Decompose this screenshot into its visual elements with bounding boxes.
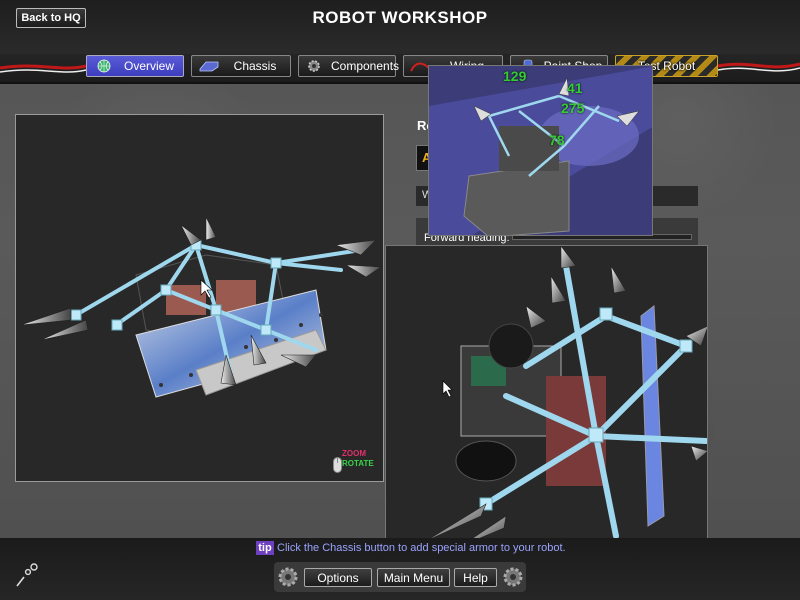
robot-top-view-viewport[interactable]: 129 41 275 78 (428, 65, 653, 236)
tip-badge: tip (256, 541, 274, 555)
tab-label: Overview (123, 59, 174, 73)
tab-label: Components (331, 59, 400, 73)
robot-model-render (20, 216, 382, 398)
mouse-controls-legend: ZOOM ROTATE (333, 449, 383, 477)
zoom-label: ZOOM (342, 449, 366, 458)
tip-text: Click the Chassis button to add special … (277, 542, 566, 554)
stat-value: 275 (561, 100, 585, 116)
stat-value: 78 (549, 132, 565, 148)
stat-value: 129 (503, 68, 527, 84)
globe-icon (97, 59, 111, 73)
main-menu-button[interactable]: Main Menu (377, 568, 450, 587)
gear-icon (278, 567, 298, 587)
tab-components[interactable]: Components (298, 55, 400, 77)
page-title: ROBOT WORKSHOP (312, 8, 488, 27)
robot-3d-viewport[interactable]: ZOOM ROTATE (15, 114, 384, 482)
back-to-hq-button[interactable]: Back to HQ (16, 8, 86, 28)
help-button[interactable]: Help (454, 568, 497, 587)
robot-top-render (429, 66, 652, 235)
tab-overview[interactable]: Overview (86, 55, 184, 77)
rotate-label: ROTATE (342, 459, 374, 468)
gear-icon (308, 60, 320, 72)
chassis-icon (199, 61, 219, 72)
mouse-icon (333, 457, 342, 473)
tab-label: Chassis (233, 59, 277, 73)
robot-side-view-viewport[interactable] (385, 245, 708, 548)
robot-side-render (425, 246, 707, 547)
bolt-icon (16, 563, 38, 587)
tab-chassis[interactable]: Chassis (191, 55, 291, 77)
stat-value: 41 (567, 80, 583, 96)
options-button[interactable]: Options (304, 568, 372, 587)
gear-icon (503, 567, 523, 587)
